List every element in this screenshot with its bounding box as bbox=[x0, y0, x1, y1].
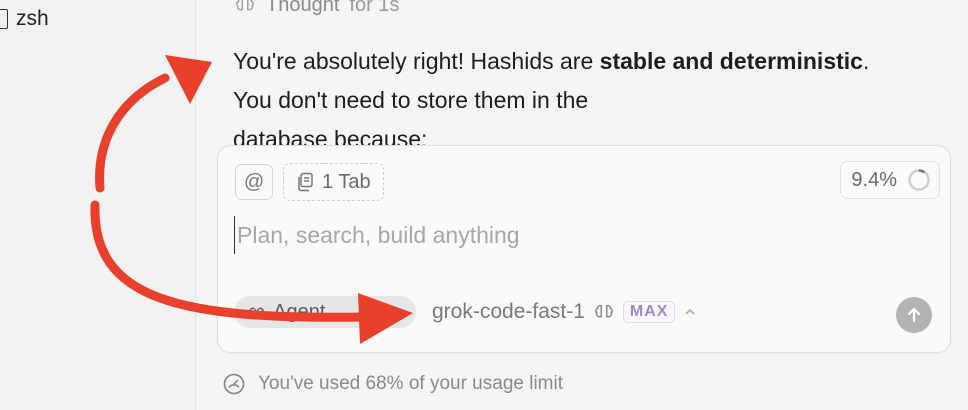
terminal-tab-zsh[interactable]: zsh bbox=[0, 6, 49, 32]
chat-panel: Thought for 1s You're absolutely right! … bbox=[196, 0, 968, 410]
model-selector[interactable]: grok-code-fast-1 MAX bbox=[432, 296, 697, 328]
context-usage-indicator[interactable]: 9.4% bbox=[840, 161, 940, 199]
at-icon: @ bbox=[243, 170, 265, 193]
brain-icon bbox=[594, 304, 613, 318]
left-panel: zsh bbox=[0, 0, 196, 410]
prompt-input[interactable] bbox=[234, 216, 929, 254]
terminal-label: zsh bbox=[16, 7, 49, 30]
assistant-message: You're absolutely right! Hashids are sta… bbox=[233, 42, 873, 159]
tab-chip-label: 1 Tab bbox=[322, 170, 371, 193]
gauge-icon bbox=[223, 373, 245, 395]
max-badge: MAX bbox=[622, 301, 676, 323]
message-bold: stable and deterministic bbox=[599, 48, 863, 74]
brain-icon bbox=[236, 0, 254, 11]
context-tab-chip[interactable]: 1 Tab bbox=[283, 163, 384, 201]
mention-button[interactable]: @ bbox=[235, 164, 273, 200]
thought-duration: for 1s bbox=[349, 0, 400, 16]
usage-text: You've used 68% of your usage limit bbox=[258, 373, 564, 394]
arrow-up-icon bbox=[907, 307, 921, 323]
message-lead: You're absolutely right! Hashids are bbox=[233, 48, 600, 74]
model-name: grok-code-fast-1 bbox=[432, 300, 585, 323]
usage-percent: 9.4% bbox=[851, 168, 897, 191]
copy-icon bbox=[298, 172, 313, 192]
infinity-icon: ∞ bbox=[248, 298, 266, 325]
composer: @ 1 Tab 9.4% ∞ Agent grok-code-fast-1 bbox=[217, 145, 951, 353]
chevron-up-icon bbox=[685, 308, 696, 315]
agent-mode-selector[interactable]: ∞ Agent bbox=[234, 296, 416, 328]
thought-label: Thought bbox=[266, 0, 340, 16]
usage-footer: You've used 68% of your usage limit bbox=[222, 370, 563, 398]
send-button[interactable] bbox=[896, 297, 932, 333]
terminal-icon bbox=[0, 9, 8, 29]
agent-label: Agent bbox=[273, 300, 326, 323]
thought-indicator[interactable]: Thought for 1s bbox=[234, 0, 399, 18]
progress-ring-icon bbox=[908, 169, 930, 191]
